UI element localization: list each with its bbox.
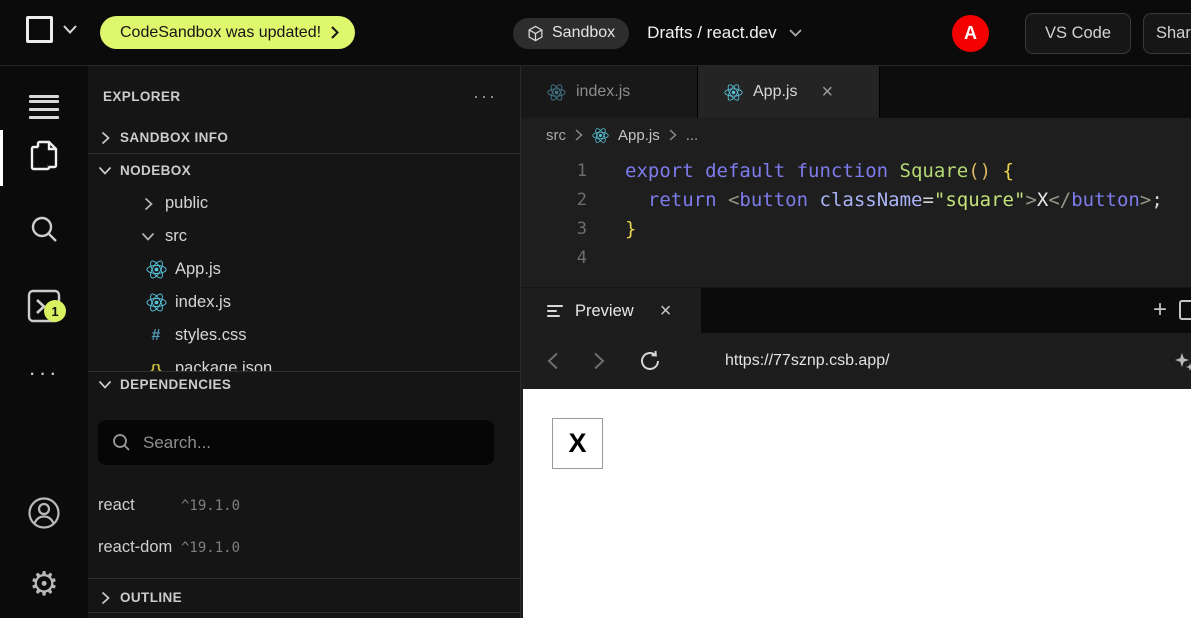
section-nodebox[interactable]: NODEBOX bbox=[88, 154, 521, 187]
update-banner-text: CodeSandbox was updated! bbox=[120, 24, 321, 42]
code-line: 4 bbox=[521, 244, 1191, 273]
preview-square-button[interactable]: X bbox=[552, 418, 603, 469]
file-styles-css[interactable]: # styles.css bbox=[88, 319, 521, 352]
terminal-icon[interactable]: 1 bbox=[0, 282, 88, 330]
breadcrumb-tail: ... bbox=[686, 127, 699, 144]
user-avatar[interactable]: A bbox=[952, 15, 989, 52]
editor-breadcrumb[interactable]: src App.js ... bbox=[521, 118, 1191, 152]
dependency-row-react[interactable]: react ^19.1.0 bbox=[88, 489, 521, 522]
search-icon bbox=[112, 433, 131, 452]
chevron-right-icon bbox=[331, 26, 339, 39]
chevron-down-icon bbox=[63, 25, 77, 34]
url-field[interactable]: https://77sznp.csb.app/ bbox=[725, 352, 890, 370]
preview-nav-bar: https://77sznp.csb.app/ bbox=[521, 333, 1191, 389]
line-number: 1 bbox=[521, 157, 587, 186]
activity-bar: 1 ··· ⚙ bbox=[0, 66, 88, 618]
chevron-down-icon bbox=[789, 29, 802, 37]
folder-public[interactable]: public bbox=[88, 187, 521, 220]
code-line: 2 return <button className="square">X</b… bbox=[521, 186, 1191, 215]
tab-app-js[interactable]: App.js × bbox=[698, 66, 880, 118]
chevron-down-icon bbox=[94, 166, 116, 175]
react-icon bbox=[547, 83, 566, 102]
react-icon bbox=[592, 127, 609, 144]
react-icon bbox=[141, 259, 171, 280]
css-hash-icon: # bbox=[141, 327, 171, 345]
preview-tab[interactable]: Preview × bbox=[521, 288, 701, 334]
share-button[interactable]: Share bbox=[1143, 13, 1191, 54]
section-sandbox-info[interactable]: SANDBOX INFO bbox=[88, 121, 521, 154]
chevron-right-icon bbox=[669, 129, 677, 141]
folder-src[interactable]: src bbox=[88, 220, 521, 253]
cube-icon bbox=[527, 25, 544, 42]
line-number: 4 bbox=[521, 244, 587, 273]
preview-tab-label: Preview bbox=[575, 302, 634, 321]
close-icon[interactable]: × bbox=[660, 300, 672, 323]
file-index-js[interactable]: index.js bbox=[88, 286, 521, 319]
react-icon bbox=[141, 292, 171, 313]
search-icon[interactable] bbox=[0, 210, 88, 248]
section-outline[interactable]: OUTLINE bbox=[88, 581, 521, 614]
tab-index-js[interactable]: index.js bbox=[521, 66, 698, 118]
account-icon[interactable] bbox=[0, 494, 88, 532]
breadcrumb-file: App.js bbox=[618, 127, 660, 144]
avatar-initial: A bbox=[964, 23, 977, 44]
dependency-search-input[interactable] bbox=[143, 433, 463, 453]
preview-viewport: X bbox=[523, 389, 1191, 618]
tab-label: index.js bbox=[576, 83, 630, 101]
code-line: 3} bbox=[521, 215, 1191, 244]
line-number: 3 bbox=[521, 215, 587, 244]
code-lines: 1export default function Square() {2 ret… bbox=[521, 157, 1191, 273]
chevron-down-icon bbox=[137, 232, 159, 241]
explorer-files-icon[interactable] bbox=[0, 137, 88, 175]
chevron-right-icon bbox=[94, 591, 116, 605]
split-view-icon[interactable] bbox=[1179, 300, 1191, 320]
more-actions-icon[interactable]: ··· bbox=[0, 354, 88, 392]
breadcrumb-folder: src bbox=[546, 127, 566, 144]
top-bar: CodeSandbox was updated! Sandbox Drafts … bbox=[0, 0, 1191, 66]
forward-icon[interactable] bbox=[593, 352, 639, 370]
file-app-js[interactable]: App.js bbox=[88, 253, 521, 286]
chevron-right-icon bbox=[94, 131, 116, 145]
codesandbox-logo-icon bbox=[26, 16, 53, 43]
sparkle-icon[interactable] bbox=[1174, 351, 1191, 373]
project-breadcrumb[interactable]: Drafts / react.dev bbox=[647, 23, 801, 43]
preview-tab-strip: + bbox=[701, 288, 1191, 333]
section-dependencies[interactable]: DEPENDENCIES bbox=[88, 368, 521, 401]
back-icon[interactable] bbox=[547, 352, 593, 370]
chevron-right-icon bbox=[137, 197, 159, 211]
chevron-right-icon bbox=[575, 129, 583, 141]
project-breadcrumb-text: Drafts / react.dev bbox=[647, 23, 776, 43]
plus-icon[interactable]: + bbox=[1153, 296, 1167, 324]
dependency-search[interactable] bbox=[98, 420, 494, 465]
update-banner[interactable]: CodeSandbox was updated! bbox=[100, 16, 355, 49]
chevron-down-icon bbox=[94, 380, 116, 389]
sandbox-badge-label: Sandbox bbox=[552, 24, 615, 42]
sandbox-type-badge[interactable]: Sandbox bbox=[513, 18, 629, 49]
code-editor[interactable]: 1export default function Square() {2 ret… bbox=[521, 152, 1191, 287]
terminal-badge: 1 bbox=[44, 300, 66, 322]
tab-label: App.js bbox=[753, 83, 797, 101]
refresh-icon[interactable] bbox=[639, 350, 685, 372]
preview-tab-row: Preview × + bbox=[521, 287, 1191, 333]
preview-lines-icon bbox=[547, 302, 563, 320]
share-button-label: Share bbox=[1156, 24, 1191, 43]
dependency-row-react-dom[interactable]: react-dom ^19.1.0 bbox=[88, 531, 521, 564]
menu-icon[interactable] bbox=[0, 77, 88, 115]
explorer-panel: EXPLORER ··· SANDBOX INFO NODEBOX public… bbox=[88, 66, 521, 618]
settings-gear-icon[interactable]: ⚙ bbox=[0, 564, 88, 602]
codesandbox-logo-menu[interactable] bbox=[26, 16, 77, 43]
editor-area: index.js App.js × src App.js ... 1export… bbox=[521, 66, 1191, 618]
line-number: 2 bbox=[521, 186, 587, 215]
close-icon[interactable]: × bbox=[821, 82, 833, 102]
editor-tab-strip: index.js App.js × bbox=[521, 66, 1191, 118]
vscode-button-label: VS Code bbox=[1045, 24, 1111, 43]
code-line: 1export default function Square() { bbox=[521, 157, 1191, 186]
vscode-button[interactable]: VS Code bbox=[1025, 13, 1131, 54]
react-icon bbox=[724, 83, 743, 102]
